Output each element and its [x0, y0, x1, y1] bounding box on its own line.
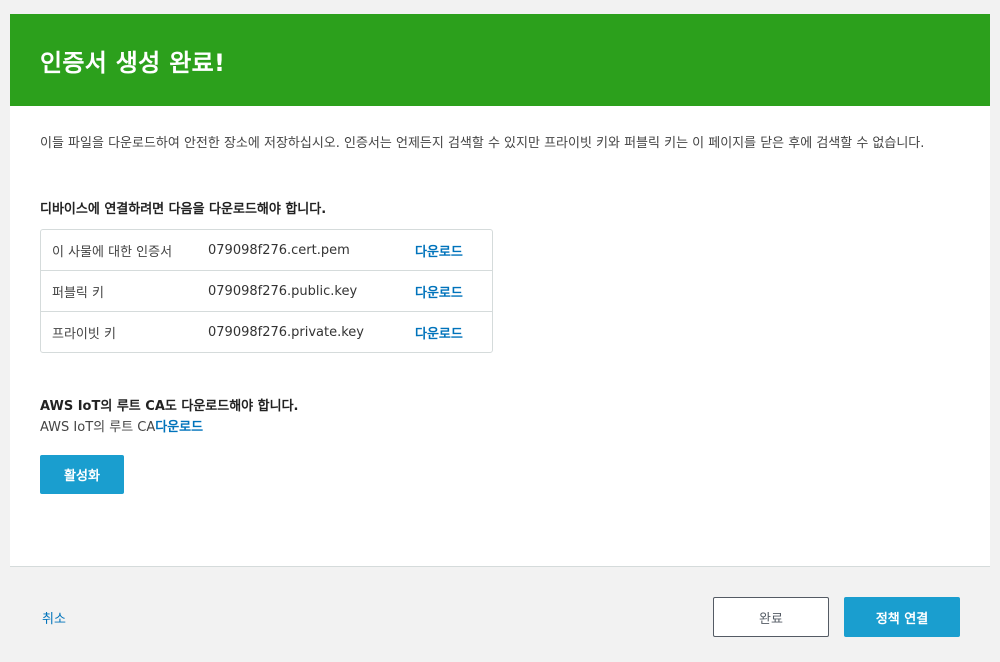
file-name: 079098f276.cert.pem — [208, 242, 350, 258]
cancel-link[interactable]: 취소 — [42, 608, 66, 627]
root-ca-line: AWS IoT의 루트 CA다운로드 — [40, 416, 960, 435]
root-ca-heading: AWS IoT의 루트 CA도 다운로드해야 합니다. — [40, 399, 299, 414]
file-label: 프라이빗 키 — [52, 326, 116, 342]
file-download-table: 이 사물에 대한 인증서 079098f276.cert.pem 다운로드 퍼블… — [40, 229, 493, 353]
activate-button[interactable]: 활성화 — [40, 455, 124, 494]
download-root-ca-link[interactable]: 다운로드 — [155, 420, 203, 435]
table-row: 퍼블릭 키 079098f276.public.key 다운로드 — [41, 271, 492, 312]
device-download-heading: 디바이스에 연결하려면 다음을 다운로드해야 합니다. — [40, 202, 327, 217]
file-label: 퍼블릭 키 — [52, 285, 104, 301]
page-title: 인증서 생성 완료! — [40, 48, 226, 77]
panel-body: 이들 파일을 다운로드하여 안전한 장소에 저장하십시오. 인증서는 언제든지 … — [10, 106, 990, 494]
certificate-created-panel: 인증서 생성 완료! 이들 파일을 다운로드하여 안전한 장소에 저장하십시오.… — [10, 14, 990, 662]
table-row: 이 사물에 대한 인증서 079098f276.cert.pem 다운로드 — [41, 230, 492, 271]
file-name: 079098f276.private.key — [208, 324, 364, 340]
file-label: 이 사물에 대한 인증서 — [52, 244, 173, 260]
download-cert-link[interactable]: 다운로드 — [415, 241, 463, 260]
footer-bar: 취소 완료 정책 연결 — [10, 566, 990, 662]
success-banner: 인증서 생성 완료! — [10, 14, 990, 106]
file-name: 079098f276.public.key — [208, 283, 358, 299]
download-public-key-link[interactable]: 다운로드 — [415, 282, 463, 301]
download-private-key-link[interactable]: 다운로드 — [415, 323, 463, 342]
table-row: 프라이빗 키 079098f276.private.key 다운로드 — [41, 312, 492, 352]
attach-policy-button[interactable]: 정책 연결 — [844, 597, 960, 637]
done-button[interactable]: 완료 — [713, 597, 829, 637]
intro-text: 이들 파일을 다운로드하여 안전한 장소에 저장하십시오. 인증서는 언제든지 … — [40, 136, 925, 151]
root-ca-label: AWS IoT의 루트 CA — [40, 420, 156, 435]
